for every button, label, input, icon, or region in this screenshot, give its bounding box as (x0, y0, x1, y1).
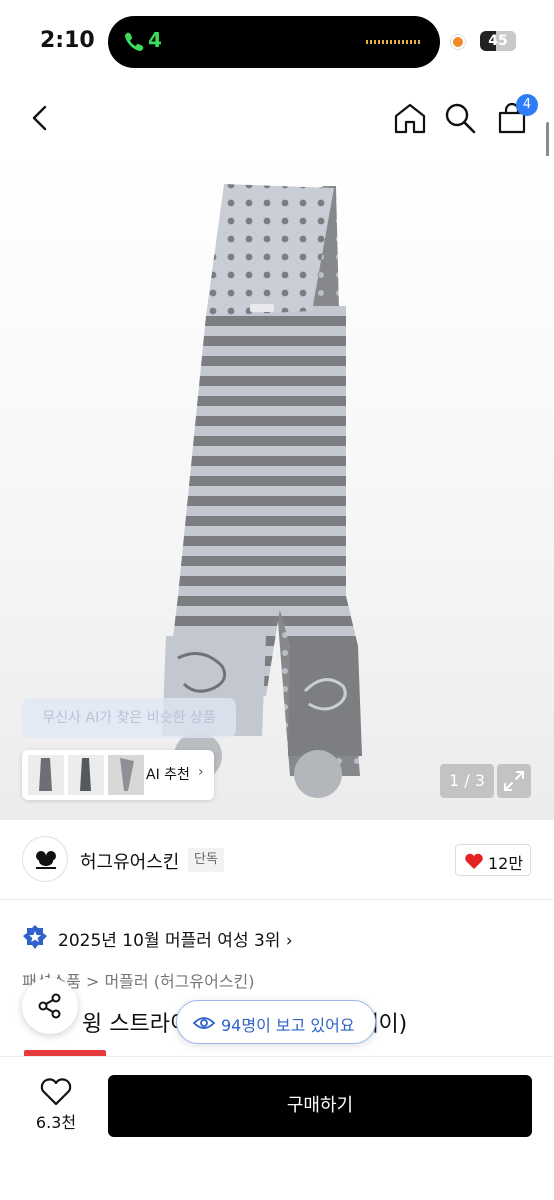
share-button[interactable] (22, 978, 78, 1034)
battery-icon: 45 (480, 31, 516, 51)
ranking-medal-icon (23, 925, 47, 949)
dynamic-island[interactable]: 4 (108, 16, 440, 68)
search-icon (445, 103, 476, 134)
bottom-action-bar: 6.3천 구매하기 (0, 1056, 554, 1200)
ranking-link[interactable]: 2025년 10월 머플러 여성 3위 › (22, 922, 522, 952)
status-bar: 2:10 4 45 (0, 0, 554, 84)
chevron-left-icon (32, 105, 47, 131)
ai-similar-tooltip: 무신사 AI가 찾은 비슷한 상품 (22, 698, 236, 738)
product-title-visible: 윙 스트라이 (82, 1012, 191, 1037)
buy-button[interactable]: 구매하기 (108, 1075, 532, 1137)
cart-button[interactable]: 4 (494, 94, 538, 136)
status-time: 2:10 (40, 28, 95, 53)
similar-thumb-3 (108, 755, 144, 795)
chevron-right-icon: › (285, 931, 293, 951)
share-icon (38, 993, 61, 1019)
battery-level: 45 (488, 33, 508, 49)
top-nav: 4 (0, 84, 554, 156)
similar-thumb-2 (68, 755, 104, 795)
heart-filled-icon (465, 853, 483, 869)
cart-count-badge: 4 (516, 94, 538, 116)
back-button[interactable] (22, 100, 58, 136)
audio-wave-icon (366, 40, 422, 44)
brand-logo-icon (36, 851, 56, 869)
call-duration-label: 4 (148, 28, 162, 52)
home-button[interactable] (392, 100, 428, 136)
search-button[interactable] (442, 100, 478, 136)
ai-recommend-button[interactable]: AI 추천 › (22, 750, 214, 800)
brand-like-button[interactable]: 12만 (455, 844, 531, 876)
brand-row: 허그유어스킨 단독 12만 (0, 820, 554, 900)
recording-indicator-icon (451, 35, 465, 49)
product-image-gallery[interactable]: 무신사 AI가 찾은 비슷한 상품 AI 추천 › 1 / 3 (0, 156, 554, 820)
viewers-count-text: 94명이 보고 있어요 (221, 1016, 355, 1035)
ranking-text: 2025년 10월 머플러 여성 3위 › (58, 931, 293, 951)
eye-icon (193, 1017, 215, 1029)
brand-name[interactable]: 허그유어스킨 (80, 848, 179, 874)
wishlist-count: 6.3천 (35, 1113, 77, 1132)
chevron-right-icon: › (198, 764, 204, 780)
exclusive-badge: 단독 (188, 848, 224, 872)
viewers-count-pill: 94명이 보고 있어요 (176, 1000, 376, 1044)
image-page-indicator: 1 / 3 (440, 764, 494, 798)
brand-logo[interactable] (22, 836, 68, 882)
heart-outline-icon (40, 1078, 72, 1106)
phone-call-icon (125, 32, 144, 51)
ai-recommend-label: AI 추천 (146, 767, 190, 783)
home-icon (394, 103, 426, 134)
similar-thumb-1 (28, 755, 64, 795)
brand-like-count: 12만 (488, 854, 524, 873)
expand-button[interactable] (497, 764, 531, 798)
expand-icon (504, 771, 524, 791)
